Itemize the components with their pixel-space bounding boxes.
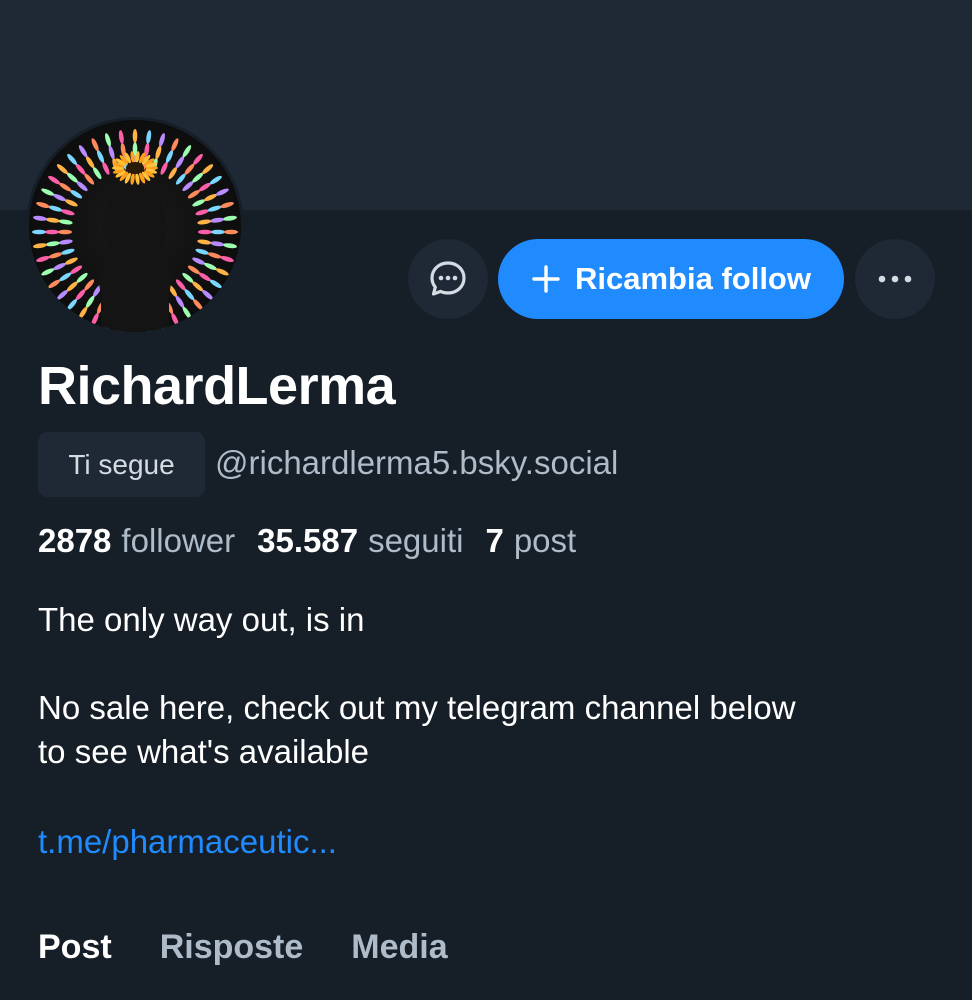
bio-line: No sale here, check out my telegram chan… (38, 689, 796, 726)
tab-risposte[interactable]: Risposte (160, 928, 304, 967)
bio-link[interactable]: t.me/pharmaceutic... (38, 823, 337, 861)
following-label[interactable]: seguiti (368, 522, 463, 560)
more-options-button[interactable] (855, 239, 935, 319)
profile-bio: The only way out, is in No sale here, ch… (38, 598, 938, 774)
posts-count: 7 (485, 522, 504, 559)
follows-you-badge: Ti segue (38, 432, 205, 497)
follow-back-button[interactable]: Ricambia follow (498, 239, 844, 319)
ellipsis-icon (878, 275, 912, 283)
tab-post[interactable]: Post (38, 928, 112, 967)
chat-bubble-icon (430, 261, 466, 296)
following-count[interactable]: 35.587 (257, 522, 358, 560)
followers-count[interactable]: 2878 (38, 522, 111, 560)
bio-line: The only way out, is in (38, 601, 365, 638)
profile-handle: @richardlerma5.bsky.social (215, 444, 619, 481)
avatar[interactable] (26, 117, 244, 335)
psychedelic-silhouette-avatar (29, 120, 241, 332)
plus-icon (531, 264, 561, 294)
message-button[interactable] (408, 239, 488, 319)
follow-button-label: Ricambia follow (575, 261, 811, 296)
tab-media[interactable]: Media (351, 928, 447, 967)
bio-line: to see what's available (38, 733, 369, 770)
posts-label: post (513, 522, 577, 559)
profile-stats: 2878 follower 35.587 seguiti 7 post (38, 522, 598, 560)
profile-tabs: Post Risposte Media (38, 928, 448, 967)
followers-label[interactable]: follower (121, 522, 235, 560)
display-name: RichardLerma (38, 356, 396, 416)
profile-page: Ricambia follow RichardLerma Ti segue @r… (0, 0, 972, 1000)
